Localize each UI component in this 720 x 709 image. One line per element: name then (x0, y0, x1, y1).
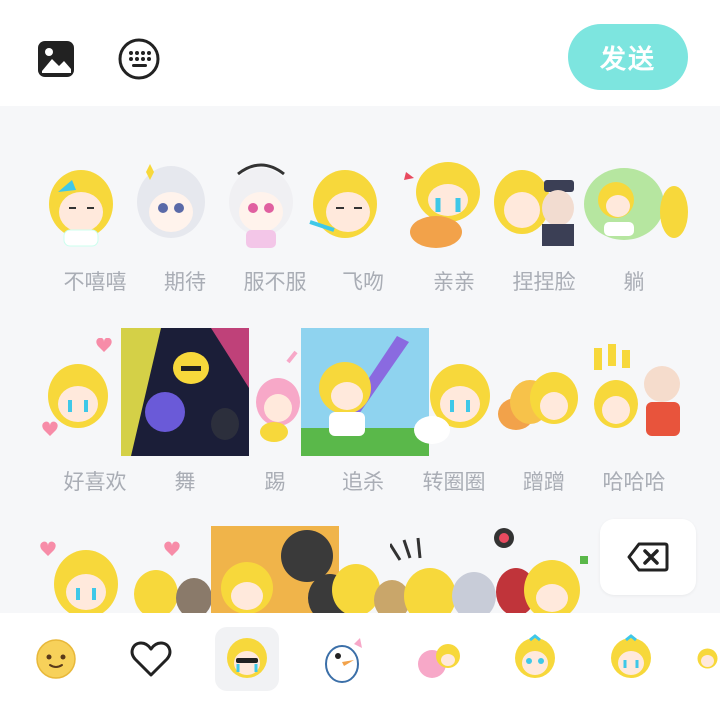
duck-icon[interactable] (311, 627, 375, 691)
sticker-label: 转圈圈 (422, 470, 486, 494)
sticker-item[interactable] (126, 534, 216, 613)
sticker-item[interactable] (126, 142, 216, 252)
sticker-item[interactable] (486, 526, 596, 613)
sticker-item[interactable] (586, 338, 690, 448)
input-toolbar: 发送 (0, 0, 720, 106)
sticker-item[interactable] (36, 142, 126, 252)
sticker-item[interactable] (300, 142, 390, 252)
sticker-item[interactable] (121, 328, 249, 456)
sticker-item[interactable] (578, 142, 688, 252)
sticker-pack-4-icon[interactable] (503, 627, 567, 691)
sticker-pack-5-icon[interactable] (599, 627, 663, 691)
sticker-label: 好喜欢 (63, 470, 127, 494)
sticker-item[interactable] (36, 337, 126, 448)
sticker-pack-1-icon[interactable] (215, 627, 279, 691)
sticker-item[interactable] (216, 142, 306, 252)
send-button[interactable]: 发送 (568, 24, 688, 90)
heart-icon[interactable] (119, 627, 183, 691)
sticker-label: 追杀 (342, 470, 384, 494)
sticker-label: 踢 (264, 470, 286, 494)
sticker-item[interactable] (494, 338, 584, 448)
sticker-label: 不嘻嘻 (63, 270, 127, 294)
sticker-item[interactable] (488, 142, 578, 252)
sticker-item[interactable] (36, 534, 126, 613)
emoji-icon[interactable] (24, 627, 88, 691)
sticker-label: 哈哈哈 (602, 470, 666, 494)
sticker-label: 服不服 (243, 270, 307, 294)
sticker-pack-3-icon[interactable] (407, 627, 471, 691)
sticker-label: 期待 (164, 270, 206, 294)
sticker-item[interactable] (410, 338, 500, 448)
sticker-label: 舞 (174, 470, 196, 494)
sticker-input-screen: 发送 不嘻嘻 期待 服不服 飞吻 亲亲 捏捏脸 躺 好喜欢 舞 踢 追杀 转圈圈… (0, 0, 720, 709)
image-icon[interactable] (35, 38, 77, 80)
sticker-pack-6-icon[interactable] (695, 627, 720, 691)
sticker-label: 飞吻 (342, 270, 384, 294)
sticker-label: 亲亲 (433, 270, 475, 294)
sticker-panel: 不嘻嘻 期待 服不服 飞吻 亲亲 捏捏脸 躺 好喜欢 舞 踢 追杀 转圈圈 蹭蹭… (0, 106, 720, 613)
sticker-label: 躺 (623, 270, 645, 294)
backspace-icon (627, 542, 669, 572)
keyboard-icon[interactable] (118, 38, 160, 80)
sticker-label: 蹭蹭 (523, 470, 565, 494)
sticker-label: 捏捏脸 (512, 270, 576, 294)
backspace-button[interactable] (600, 519, 696, 595)
sticker-item[interactable] (400, 142, 490, 252)
sticker-item[interactable] (388, 534, 500, 613)
sticker-category-bar (0, 613, 720, 709)
